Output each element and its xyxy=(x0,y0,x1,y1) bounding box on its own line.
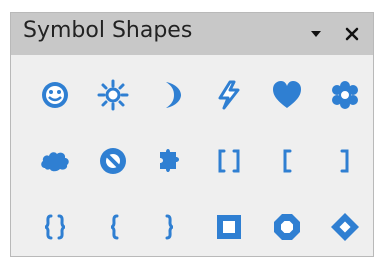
sun-shape[interactable] xyxy=(89,71,137,119)
symbol-shapes-panel: Symbol Shapes xyxy=(10,12,374,257)
left-bracket-shape[interactable] xyxy=(263,137,311,185)
left-bracket-icon xyxy=(283,149,292,173)
lightning-bolt-icon xyxy=(218,80,240,110)
dropdown-button[interactable] xyxy=(301,13,331,55)
flower-icon xyxy=(332,81,358,109)
flower-shape[interactable] xyxy=(321,71,369,119)
double-bracket-icon xyxy=(218,149,240,173)
sun-icon xyxy=(97,79,129,111)
square-bevel-icon xyxy=(217,215,241,239)
close-button[interactable] xyxy=(337,13,367,55)
puzzle-icon xyxy=(160,149,179,172)
right-brace-icon xyxy=(165,214,174,240)
smiley-face-shape[interactable] xyxy=(31,71,79,119)
puzzle-shape[interactable] xyxy=(147,137,195,185)
heart-shape[interactable] xyxy=(263,71,311,119)
right-bracket-shape[interactable] xyxy=(321,137,369,185)
double-brace-icon xyxy=(44,214,66,240)
right-brace-shape[interactable] xyxy=(147,203,195,251)
double-brace-shape[interactable] xyxy=(31,203,79,251)
heart-icon xyxy=(273,81,301,108)
square-bevel-shape[interactable] xyxy=(205,203,253,251)
prohibited-symbol-icon xyxy=(100,148,126,174)
moon-icon xyxy=(166,82,181,108)
left-brace-icon xyxy=(110,214,119,240)
panel-titlebar: Symbol Shapes xyxy=(11,13,373,55)
cloud-icon xyxy=(41,152,69,172)
prohibited-symbol-shape[interactable] xyxy=(89,137,137,185)
moon-shape[interactable] xyxy=(147,71,195,119)
left-brace-shape[interactable] xyxy=(89,203,137,251)
octagon-bevel-shape[interactable] xyxy=(263,203,311,251)
lightning-bolt-shape[interactable] xyxy=(205,71,253,119)
right-bracket-icon xyxy=(340,149,349,173)
diamond-bevel-shape[interactable] xyxy=(321,203,369,251)
symbol-grid xyxy=(11,55,373,257)
octagon-bevel-icon xyxy=(274,214,300,240)
cloud-shape[interactable] xyxy=(31,137,79,185)
triangle-down-icon xyxy=(311,31,321,37)
smiley-face-icon xyxy=(42,82,68,108)
double-bracket-shape[interactable] xyxy=(205,137,253,185)
close-icon xyxy=(345,27,359,41)
diamond-bevel-icon xyxy=(331,213,359,241)
panel-title: Symbol Shapes xyxy=(23,18,193,43)
